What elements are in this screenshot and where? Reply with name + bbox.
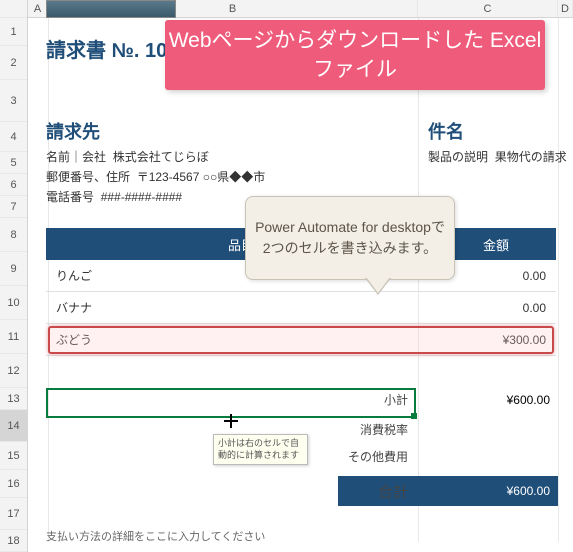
- col-C[interactable]: C: [418, 0, 558, 17]
- row-9[interactable]: 9: [0, 252, 27, 286]
- row-7[interactable]: 7: [0, 196, 27, 218]
- phone-label: 電話番号 ###-####-####: [46, 188, 182, 205]
- highlighted-input-row[interactable]: [48, 326, 554, 354]
- row-12[interactable]: 12: [0, 354, 27, 388]
- row-18[interactable]: 18: [0, 530, 27, 552]
- row-5[interactable]: 5: [0, 152, 27, 174]
- tax-row: 消費税率: [338, 421, 558, 438]
- other-row: その他費用: [338, 448, 558, 465]
- col-A[interactable]: A: [28, 0, 48, 17]
- row-10[interactable]: 10: [0, 286, 27, 320]
- annotation-download: Webページからダウンロードした Excelファイル: [165, 20, 545, 90]
- row-8[interactable]: 8: [0, 218, 27, 252]
- row-15[interactable]: 15: [0, 442, 27, 470]
- row-headers: 123456789101112131415161718: [0, 0, 28, 552]
- row-14[interactable]: 14: [0, 410, 27, 442]
- row-6[interactable]: 6: [0, 174, 27, 196]
- header-image: [46, 0, 176, 18]
- row-16[interactable]: 16: [0, 470, 27, 498]
- desc-label: 製品の説明 果物代の請求: [428, 148, 567, 165]
- total-row: 合計¥600.00: [338, 476, 558, 506]
- subtotal-row: 小計¥600.00: [338, 391, 558, 408]
- subject-heading: 件名: [428, 118, 464, 144]
- annotation-pad: Power Automate for desktopで2つのセルを書き込みます。: [245, 196, 455, 280]
- row-[interactable]: [0, 0, 27, 18]
- cell-tooltip: 小計は右のセルで自動的に計算されます: [213, 434, 308, 465]
- invoice-title: 請求書 №. 10: [46, 34, 167, 63]
- fill-handle[interactable]: [411, 413, 417, 419]
- row-17[interactable]: 17: [0, 498, 27, 530]
- gridline: [558, 18, 559, 542]
- col-D[interactable]: D: [558, 0, 573, 17]
- billto-heading: 請求先: [46, 118, 100, 144]
- addr-label: 郵便番号、住所 〒123-4567 ○○県◆◆市: [46, 168, 265, 185]
- table-row[interactable]: バナナ0.00: [46, 292, 556, 324]
- row-13[interactable]: 13: [0, 388, 27, 410]
- row-11[interactable]: 11: [0, 320, 27, 354]
- cursor-icon: [224, 414, 238, 428]
- row-1[interactable]: 1: [0, 18, 27, 46]
- name-label: 名前｜会社 株式会社てじらぼ: [46, 148, 209, 165]
- row-4[interactable]: 4: [0, 122, 27, 152]
- row-2[interactable]: 2: [0, 46, 27, 80]
- row-3[interactable]: 3: [0, 80, 27, 122]
- worksheet[interactable]: 請求書 №. 10 請求先 件名 名前｜会社 株式会社てじらぼ 郵便番号、住所 …: [28, 18, 573, 542]
